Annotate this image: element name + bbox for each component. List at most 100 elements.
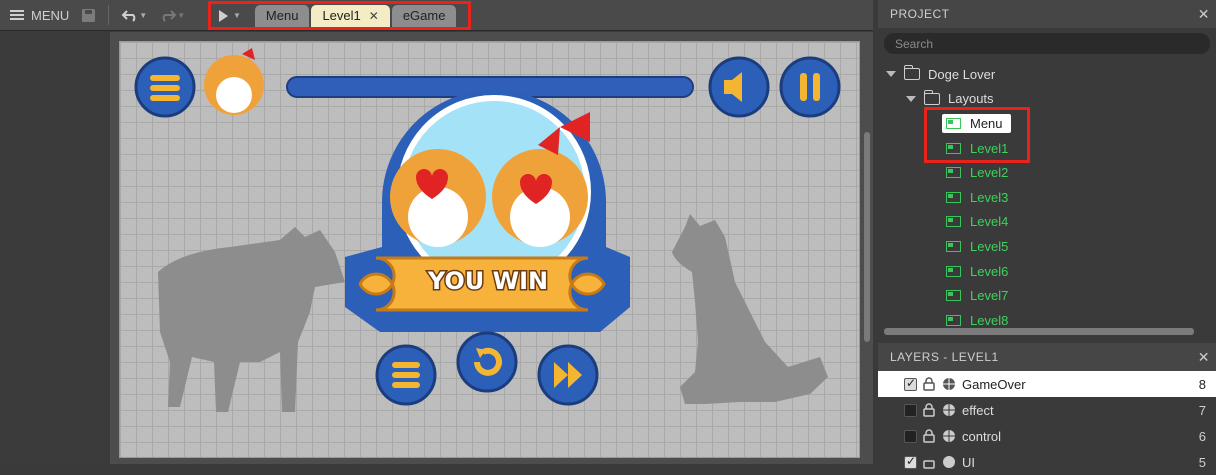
layer-index: 6 [1198, 428, 1206, 444]
expand-arrow-icon[interactable] [906, 95, 916, 102]
layer-index: 7 [1198, 402, 1206, 418]
layers-close-icon[interactable]: ✕ [1198, 349, 1210, 366]
undo-icon [121, 10, 136, 22]
layout-board[interactable]: YOU WIN [119, 41, 860, 458]
globe-icon[interactable] [942, 455, 956, 469]
highlight-tabs-box: ▼ Menu Level1 ✕ eGame [208, 1, 471, 30]
layer-index: 8 [1198, 376, 1206, 392]
next-button [537, 344, 599, 406]
layer-index: 5 [1198, 454, 1206, 470]
tab-menu-label: Menu [265, 8, 299, 23]
dog-silhouette [672, 214, 828, 404]
menu-button[interactable]: MENU [0, 0, 75, 31]
layout-icon [946, 191, 961, 203]
layer-visible-checkbox[interactable] [904, 454, 917, 469]
you-win-text: YOU WIN [427, 267, 548, 295]
search-placeholder: Search [895, 36, 934, 51]
globe-icon[interactable] [942, 429, 956, 443]
layout-item-level3[interactable]: Level3 [878, 185, 1216, 210]
layers-panel: LAYERS - LEVEL1 ✕ GameOver 8 effect 7 co… [878, 343, 1216, 470]
layout-icon [946, 290, 961, 302]
menu-label: MENU [31, 7, 70, 23]
project-horizontal-scrollbar[interactable] [884, 328, 1194, 335]
sound-button [708, 56, 770, 118]
tab-egame[interactable]: eGame [391, 4, 457, 27]
layout-item-level5[interactable]: Level5 [878, 234, 1216, 259]
tab-level1-label: Level1 [322, 8, 361, 23]
replay-button [456, 331, 518, 393]
layer-name: GameOver [962, 376, 1026, 392]
layer-visible-checkbox[interactable] [904, 403, 917, 417]
lock-icon[interactable] [922, 429, 936, 443]
top-menu-button [134, 56, 196, 118]
layout-label: Level8 [970, 312, 1009, 328]
layer-row-gameover[interactable]: GameOver 8 [878, 371, 1216, 397]
highlight-layout-box [924, 107, 1030, 163]
play-icon [219, 9, 228, 22]
tab-level1[interactable]: Level1 ✕ [311, 4, 390, 27]
layouts-folder-label: Layouts [948, 91, 994, 107]
layout-icon [946, 314, 961, 326]
root-label: Doge Lover [928, 66, 996, 82]
doge-avatar [204, 48, 264, 115]
lock-icon[interactable] [922, 455, 936, 469]
layout-label: Level5 [970, 238, 1009, 254]
run-button[interactable]: ▼ [213, 0, 245, 31]
layer-visible-checkbox[interactable] [904, 429, 917, 443]
expand-arrow-icon[interactable] [886, 71, 896, 78]
layout-icon [946, 167, 961, 179]
layer-name: effect [962, 402, 994, 418]
layer-name: UI [962, 454, 975, 470]
layer-row-control[interactable]: control 6 [878, 423, 1216, 449]
lock-icon[interactable] [922, 403, 936, 417]
undo-dropdown-icon[interactable]: ▼ [139, 11, 147, 20]
win-panel [345, 90, 630, 332]
project-search-input[interactable]: Search [884, 33, 1210, 54]
layer-row-effect[interactable]: effect 7 [878, 397, 1216, 423]
layers-title: LAYERS - LEVEL1 [890, 350, 999, 364]
layers-panel-header: LAYERS - LEVEL1 ✕ [878, 343, 1216, 371]
folder-icon [903, 65, 920, 81]
layout-icon [946, 265, 961, 277]
canvas-vertical-scrollbar[interactable] [864, 132, 870, 342]
tab-close-icon[interactable]: ✕ [369, 9, 379, 23]
project-close-icon[interactable]: ✕ [1198, 6, 1210, 23]
globe-icon[interactable] [942, 377, 956, 391]
layer-visible-checkbox[interactable] [904, 376, 917, 391]
folder-icon [923, 89, 940, 105]
layout-icon [946, 216, 961, 228]
save-icon [82, 8, 96, 22]
run-dropdown-icon[interactable]: ▼ [233, 11, 241, 20]
layout-item-level4[interactable]: Level4 [878, 210, 1216, 235]
game-scene: YOU WIN [134, 48, 841, 412]
layout-label: Level3 [970, 189, 1009, 205]
toolbar-separator [108, 5, 110, 25]
tab-menu[interactable]: Menu [254, 4, 310, 27]
globe-icon[interactable] [942, 403, 956, 417]
layout-item-level2[interactable]: Level2 [878, 160, 1216, 185]
project-title: PROJECT [890, 7, 950, 21]
project-panel: PROJECT ✕ Search Doge Lover Layouts Menu… [878, 0, 1216, 338]
project-panel-header: PROJECT ✕ [878, 0, 1216, 28]
save-button[interactable] [75, 0, 102, 31]
undo-button[interactable]: ▼ [115, 0, 153, 31]
layout-label: Level2 [970, 165, 1009, 181]
layer-row-ui[interactable]: UI 5 [878, 449, 1216, 475]
tree-root[interactable]: Doge Lover [878, 62, 1216, 87]
tab-egame-label: eGame [402, 8, 446, 23]
hamburger-icon [10, 10, 24, 20]
layer-name: control [962, 428, 1002, 444]
layout-item-level7[interactable]: Level7 [878, 283, 1216, 308]
redo-icon [162, 10, 177, 22]
bottom-menu-button [375, 344, 437, 406]
layout-label: Level7 [970, 288, 1009, 304]
redo-button[interactable]: ▼ [153, 0, 191, 31]
pause-button [779, 56, 841, 118]
left-strip [0, 32, 110, 464]
layout-item-level6[interactable]: Level6 [878, 259, 1216, 284]
layout-icon [946, 240, 961, 252]
layout-label: Level6 [970, 263, 1009, 279]
layout-label: Level4 [970, 214, 1009, 230]
redo-dropdown-icon[interactable]: ▼ [177, 11, 185, 20]
lock-icon[interactable] [922, 377, 936, 391]
